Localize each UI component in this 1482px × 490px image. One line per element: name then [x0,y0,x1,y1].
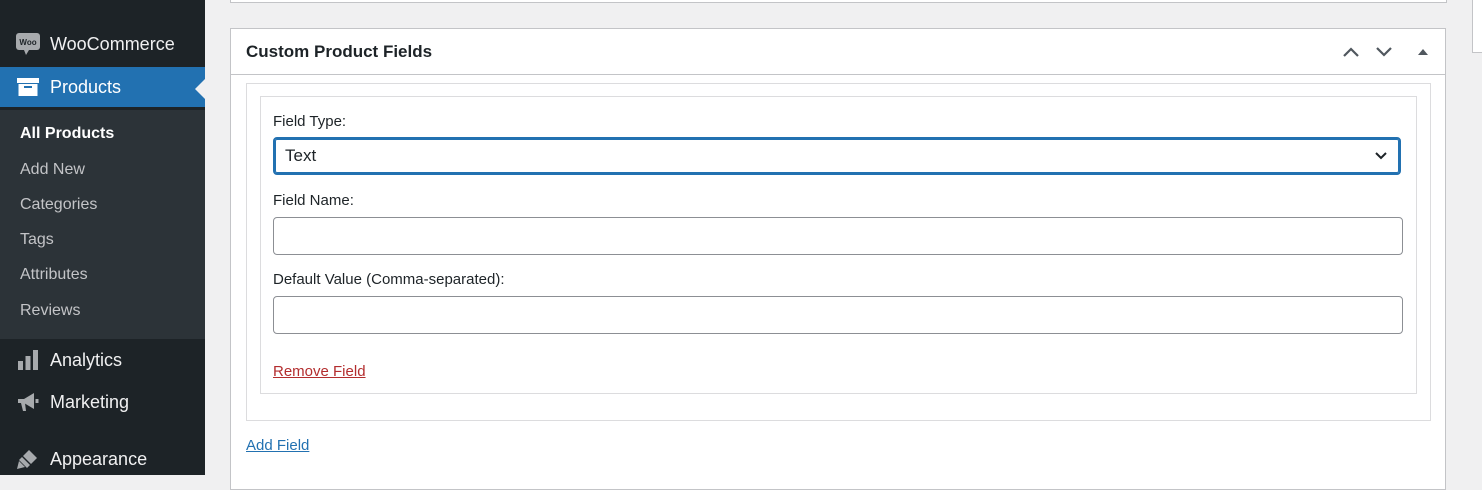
menu-label-analytics: Analytics [50,349,123,370]
submenu-tags[interactable]: Tags [20,231,54,249]
remove-field-link[interactable]: Remove Field [273,363,366,380]
menu-item-appearance[interactable]: Appearance [0,439,205,479]
add-field-link[interactable]: Add Field [246,437,309,454]
field-name-input[interactable] [273,217,1403,255]
screen-options-edge [1472,0,1482,53]
megaphone-icon [16,390,40,414]
submenu-attributes[interactable]: Attributes [20,266,88,284]
menu-item-marketing[interactable]: Marketing [0,382,205,422]
bar-chart-icon [16,348,40,372]
postbox-title: Custom Product Fields [246,42,433,61]
submenu-add-new[interactable]: Add New [20,161,85,179]
field-group: Field Type: Text Field Name: Default Val… [260,96,1417,394]
archive-icon [16,75,40,99]
chevron-down-icon [1376,47,1392,57]
custom-product-fields-postbox: Custom Product Fields Field Type: Text F… [230,28,1446,490]
menu-item-woocommerce[interactable]: Woo WooCommerce [0,24,205,64]
menu-label-appearance: Appearance [50,448,148,469]
woo-icon: Woo [16,32,40,56]
menu-item-analytics[interactable]: Analytics [0,340,205,380]
default-value-input[interactable] [273,296,1403,334]
products-submenu: All Products Add New Categories Tags Att… [0,110,205,339]
menu-item-products[interactable]: Products [0,67,205,107]
field-name-label: Field Name: [273,192,354,209]
menu-label-products: Products [50,76,122,97]
chevron-down-icon [1375,152,1387,160]
menu-label-marketing: Marketing [50,391,130,412]
triangle-up-icon [1418,49,1428,55]
move-up-button[interactable] [1340,41,1362,63]
field-type-value: Text [285,146,317,165]
submenu-all-products[interactable]: All Products [20,125,114,143]
chevron-up-icon [1343,47,1359,57]
current-menu-arrow [195,79,205,99]
admin-sidebar: Woo WooCommerce Products All Products Ad… [0,0,205,475]
paintbrush-icon [16,447,40,471]
default-value-label: Default Value (Comma-separated): [273,271,505,288]
submenu-reviews[interactable]: Reviews [20,302,80,320]
previous-postbox-edge [230,0,1447,3]
svg-text:Woo: Woo [19,38,36,47]
move-down-button[interactable] [1373,41,1395,63]
field-type-select[interactable]: Text [273,137,1401,175]
submenu-categories[interactable]: Categories [20,196,97,214]
postbox-header: Custom Product Fields [231,29,1445,75]
menu-label-woocommerce: WooCommerce [50,33,175,54]
fields-container: Field Type: Text Field Name: Default Val… [246,83,1431,421]
field-type-label: Field Type: [273,113,347,130]
toggle-panel-button[interactable] [1412,41,1434,63]
